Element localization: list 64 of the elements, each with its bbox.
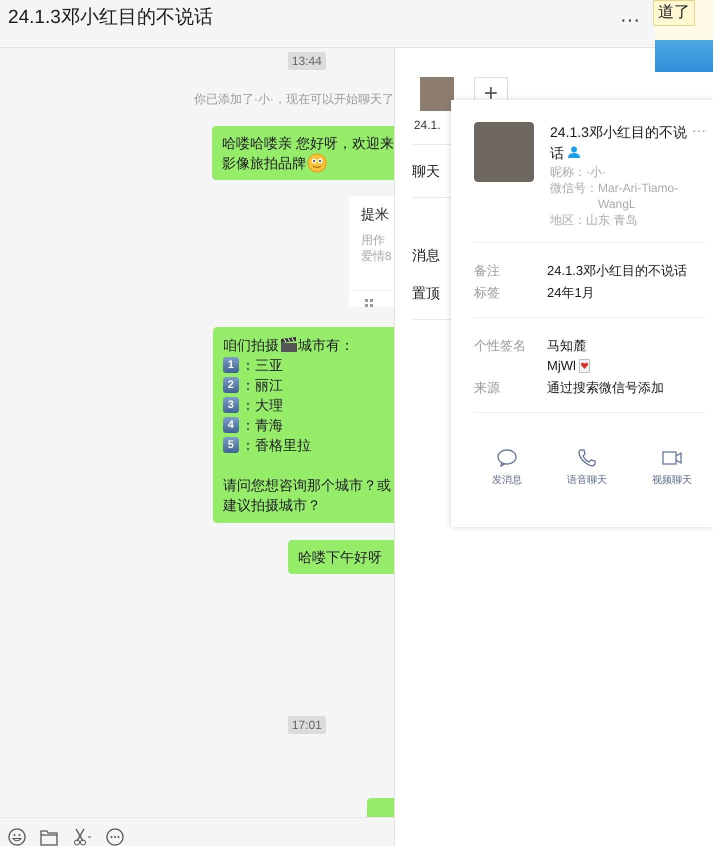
detail-value: 山东 青岛 (586, 212, 638, 228)
number-badge: 3 (222, 397, 239, 414)
clapperboard-icon (280, 337, 298, 354)
field-value: 通过搜索微信号添加 (547, 379, 664, 397)
emoji-icon[interactable] (8, 828, 26, 846)
message-text: 哈喽哈喽亲 您好呀，欢迎来 (222, 134, 394, 153)
contact-name: 24.1.3邓小红目的不说话 (550, 123, 688, 163)
field-value: MjWl (547, 357, 576, 375)
message-text: 建议拍摄城市？ (222, 496, 321, 516)
message-text: 请问您想咨询那个城市？或 (222, 476, 391, 496)
action-button[interactable]: 视频聊天 (652, 449, 692, 487)
action-button[interactable]: 语音聊天 (567, 449, 607, 487)
timestamp: 17:01 (288, 716, 326, 734)
card-description: 爱情8 (360, 248, 393, 264)
field-label: 来源 (474, 379, 501, 397)
voice-phone-icon (577, 449, 597, 467)
message-text: ：丽江 (240, 376, 283, 396)
more-button[interactable]: ··· (620, 12, 640, 28)
card-description: 用作 (360, 232, 386, 248)
action-button[interactable]: 发消息 (492, 449, 522, 487)
message-bubble-icon (497, 449, 517, 467)
field-label: 备注 (474, 262, 501, 280)
dismiss-button[interactable]: 道了 (653, 0, 695, 26)
number-badge: 4 (222, 417, 239, 434)
card-title: 提米 (360, 206, 390, 224)
setting-label: 消息 (412, 246, 440, 265)
message-text: 城市有： (298, 336, 354, 356)
message-text: ：三亚 (240, 356, 283, 376)
message-text: ：青海 (240, 416, 283, 436)
system-message: 你已添加了·小·，现在可以开始聊天了 (194, 91, 394, 108)
chat-bubble-icon[interactable] (106, 828, 124, 846)
setting-label: 置顶 (412, 284, 440, 303)
field-label: 标签 (474, 284, 501, 302)
timestamp: 13:44 (288, 52, 326, 70)
detail-label: 地区： (550, 212, 586, 228)
number-badge: 1 (222, 357, 239, 374)
photo-placeholder (420, 77, 454, 111)
detail-label: 微信号： (550, 180, 598, 197)
detail-value: Mar-Ari-Tiamo-WangL (598, 180, 680, 212)
header-banner (655, 40, 713, 72)
video-camera-icon (662, 449, 682, 467)
message-text: ：香格里拉 (240, 436, 311, 456)
folder-icon[interactable] (40, 830, 58, 846)
message-text: ：大理 (240, 396, 283, 416)
detail-label: 昵称： (550, 164, 586, 180)
message-text: 影像旅拍品牌 (222, 154, 306, 173)
field-value: 24年1月 (547, 284, 595, 302)
photo-placeholder (474, 122, 534, 182)
message-text: 哈喽下午好呀 (298, 548, 382, 568)
field-label: 个性签名 (474, 337, 527, 355)
member-name: 24.1. (414, 118, 441, 132)
field-value: 马知麓 (547, 337, 586, 355)
scissors-icon[interactable] (72, 828, 92, 846)
number-badge: 2 (222, 377, 239, 394)
message-text: 咱们拍摄 (222, 336, 279, 356)
app-icon (364, 299, 373, 308)
message-bubble (366, 798, 394, 817)
person-icon (568, 146, 580, 158)
window-title: 24.1.3邓小红目的不说话 (8, 6, 213, 30)
link-card[interactable]: 提米 用作 爱情8 (348, 196, 394, 308)
detail-value: ·小· (586, 164, 607, 180)
field-value: 24.1.3邓小红目的不说话 (547, 262, 688, 280)
setting-label: 聊天 (412, 162, 440, 181)
number-badge: 5 (222, 437, 239, 454)
